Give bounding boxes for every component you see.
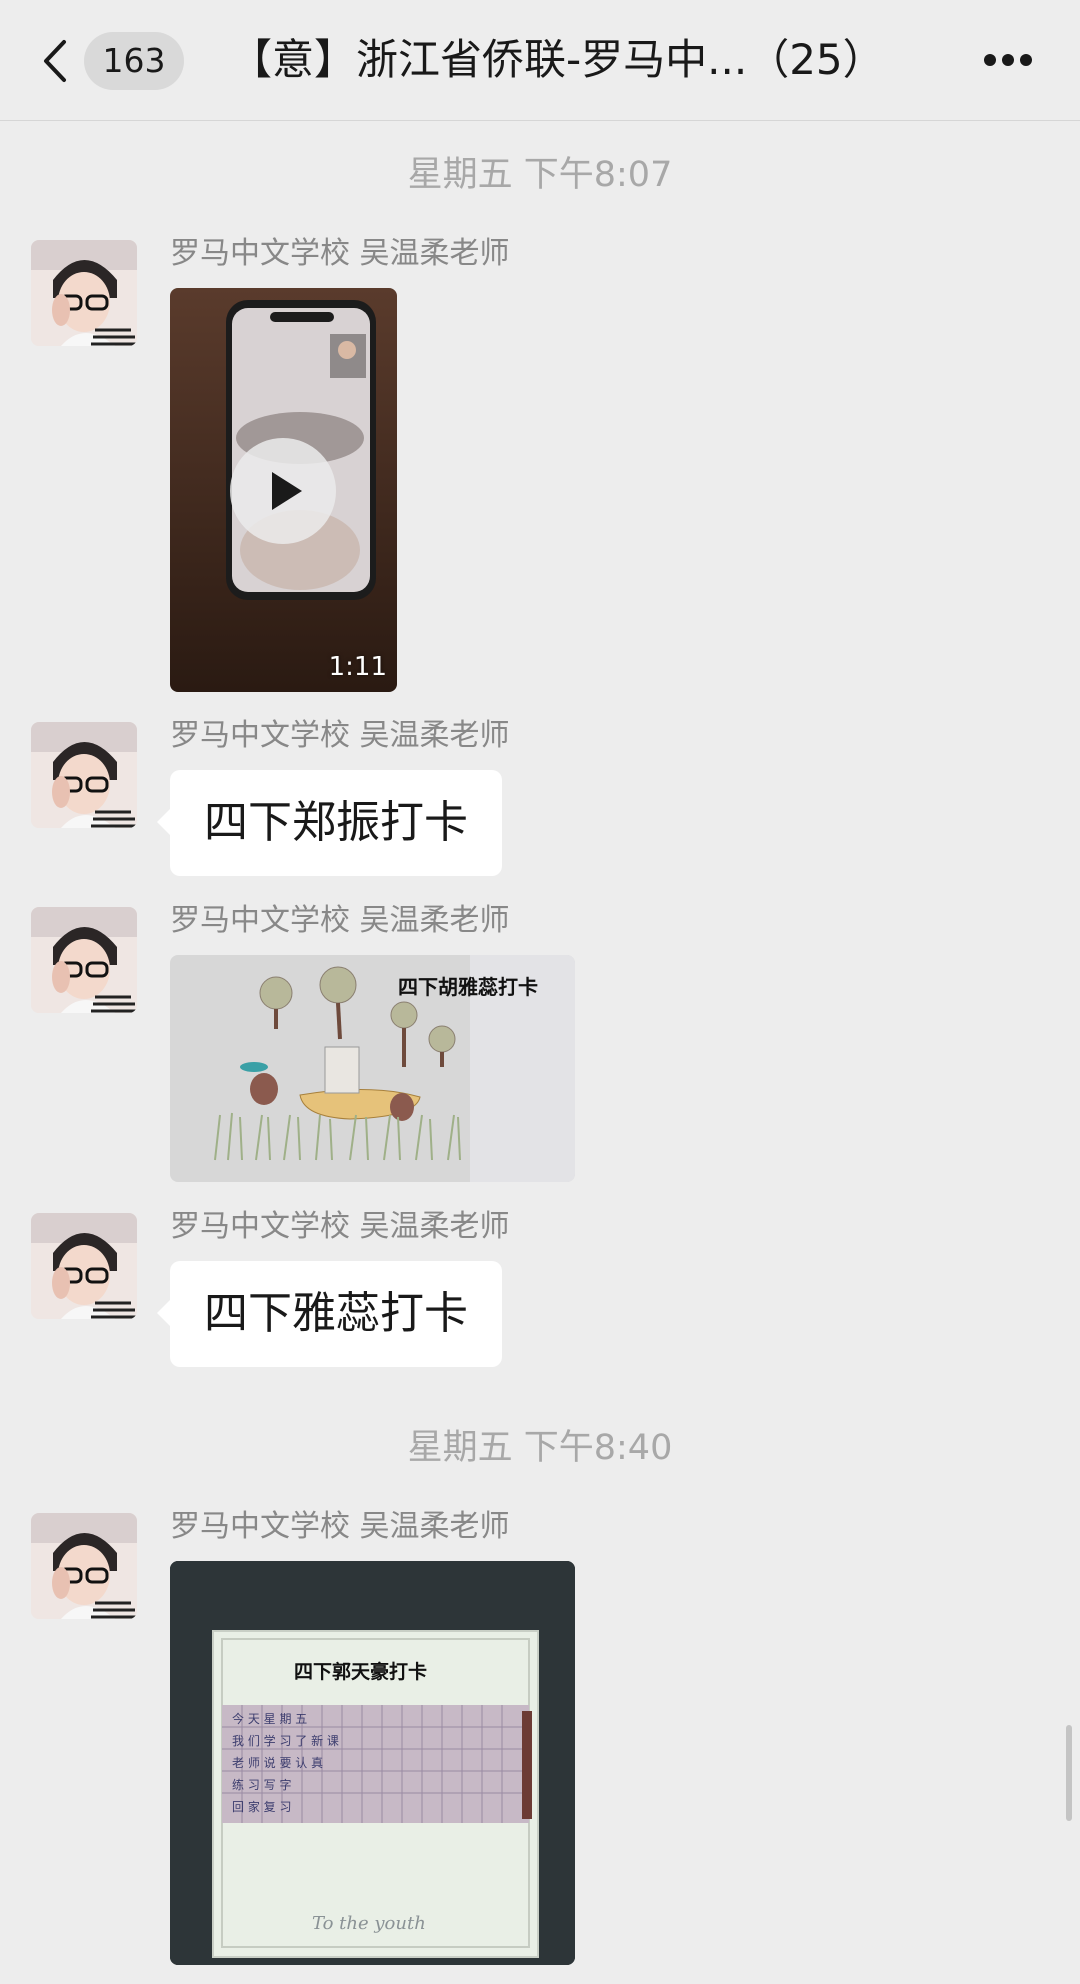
svg-text:我 们 学 习 了 新 课: 我 们 学 习 了 新 课 — [232, 1733, 339, 1748]
image-caption: 四下胡雅蕊打卡 — [398, 975, 538, 999]
avatar[interactable] — [31, 1213, 137, 1319]
sender-name: 罗马中文学校 吴温柔老师 — [170, 1209, 510, 1244]
avatar[interactable] — [31, 1513, 137, 1619]
timestamp: 星期五 下午8:07 — [407, 155, 673, 195]
avatar[interactable] — [31, 240, 137, 346]
image-message[interactable]: 四下胡雅蕊打卡 — [170, 955, 575, 1182]
unread-count-badge[interactable]: 163 — [84, 32, 184, 90]
image-footer-text: To the youth — [312, 1913, 426, 1934]
image-message[interactable]: 今 天 星 期 五 我 们 学 习 了 新 课 老 师 说 要 认 真 练 习 … — [170, 1561, 575, 1965]
svg-text:回 家 复 习: 回 家 复 习 — [232, 1799, 291, 1814]
message-item: 罗马中文学校 吴温柔老师 四下胡雅蕊打卡 — [0, 899, 1080, 1182]
more-dots-icon[interactable] — [984, 54, 1032, 68]
text-bubble[interactable]: 四下雅蕊打卡 — [157, 1261, 502, 1367]
avatar[interactable] — [31, 907, 137, 1013]
video-message[interactable]: 1:11 — [170, 288, 397, 692]
message-item: 罗马中文学校 吴温柔老师 1:11 — [0, 232, 1080, 692]
timestamp: 星期五 下午8:40 — [407, 1428, 673, 1468]
avatar[interactable] — [31, 722, 137, 828]
play-icon[interactable] — [230, 438, 336, 544]
message-item: 罗马中文学校 吴温柔老师 四下雅蕊打卡 — [0, 1205, 1080, 1375]
sender-name: 罗马中文学校 吴温柔老师 — [170, 903, 510, 938]
chevron-left-icon[interactable] — [40, 38, 70, 84]
message-item: 罗马中文学校 吴温柔老师 四下郑振打卡 — [0, 714, 1080, 884]
message-item: 罗马中文学校 吴温柔老师 今 天 星 期 五 我 们 学 习 了 新 课 老 师… — [0, 1505, 1080, 1965]
chat-title: 【意】浙江省侨联-罗马中...（25） — [230, 35, 885, 84]
scrollbar[interactable] — [1066, 1725, 1072, 1821]
svg-text:老 师 说 要 认 真: 老 师 说 要 认 真 — [232, 1755, 323, 1770]
video-duration: 1:11 — [328, 652, 387, 682]
sender-name: 罗马中文学校 吴温柔老师 — [170, 236, 510, 271]
svg-text:练 习 写 字: 练 习 写 字 — [232, 1777, 291, 1792]
sender-name: 罗马中文学校 吴温柔老师 — [170, 718, 510, 753]
sender-name: 罗马中文学校 吴温柔老师 — [170, 1509, 510, 1544]
text-bubble[interactable]: 四下郑振打卡 — [157, 770, 502, 876]
nav-bar: 163 【意】浙江省侨联-罗马中...（25） — [0, 0, 1080, 121]
svg-text:今 天 星 期 五: 今 天 星 期 五 — [232, 1711, 307, 1726]
image-caption: 四下郭天豪打卡 — [294, 1661, 428, 1683]
